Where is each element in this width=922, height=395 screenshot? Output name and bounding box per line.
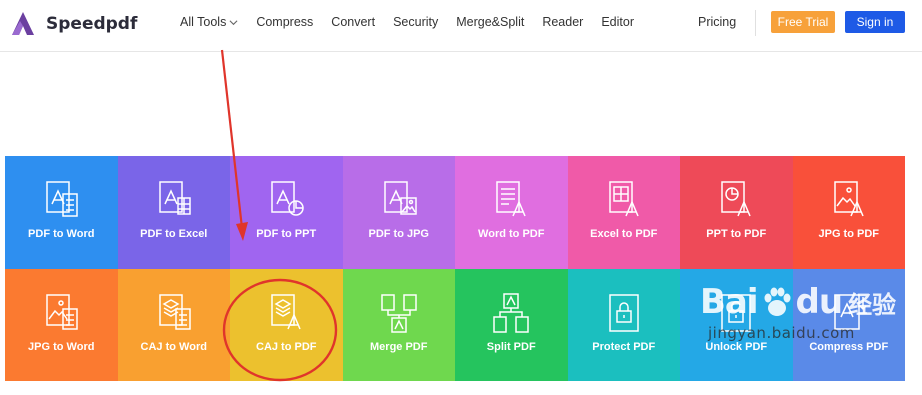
tool-label: Merge PDF <box>370 340 428 353</box>
main-nav: All Tools Compress Convert Security Merg… <box>180 0 652 44</box>
tool-merge-pdf[interactable]: Merge PDF <box>342 268 455 381</box>
tool-pdf-to-jpg[interactable]: PDF to JPG <box>342 156 455 269</box>
tool-label: PDF to Excel <box>140 228 208 240</box>
sign-in-button[interactable]: Sign in <box>845 11 905 33</box>
nav-all-tools[interactable]: All Tools <box>180 15 238 29</box>
pdf-to-excel-icon <box>159 181 191 215</box>
excel-to-pdf-icon <box>609 181 639 217</box>
jpg-to-pdf-icon <box>834 181 864 217</box>
brand-name: Speedpdf <box>46 14 138 34</box>
tool-pdf-to-ppt[interactable]: PDF to PPT <box>230 156 343 269</box>
free-trial-button[interactable]: Free Trial <box>771 11 835 33</box>
tool-label: PDF to Word <box>28 228 95 240</box>
tool-label: CAJ to PDF <box>256 340 317 353</box>
nav-merge-split[interactable]: Merge&Split <box>456 15 524 29</box>
pdf-to-jpg-icon <box>384 181 417 215</box>
compress-pdf-icon <box>834 293 867 330</box>
tool-jpg-to-pdf[interactable]: JPG to PDF <box>792 156 905 269</box>
tool-label: Unlock PDF <box>705 340 768 353</box>
word-to-pdf-icon <box>496 181 526 217</box>
tool-pdf-to-excel[interactable]: PDF to Excel <box>117 156 230 269</box>
protect-pdf-icon <box>609 293 639 332</box>
ppt-to-pdf-icon <box>721 181 751 217</box>
caj-to-pdf-icon <box>271 293 301 329</box>
jpg-to-word-icon <box>46 293 78 330</box>
tool-label: JPG to Word <box>28 340 95 353</box>
header-divider <box>755 10 756 36</box>
tool-label: CAJ to Word <box>140 340 207 353</box>
tool-caj-to-word[interactable]: CAJ to Word <box>117 268 230 381</box>
nav-all-tools-label: All Tools <box>180 15 227 29</box>
tool-ppt-to-pdf[interactable]: PPT to PDF <box>680 156 793 269</box>
unlock-pdf-icon <box>721 293 751 332</box>
tool-compress-pdf[interactable]: Compress PDF <box>792 268 905 381</box>
tool-label: JPG to PDF <box>818 228 879 240</box>
tool-label: PDF to PPT <box>256 228 317 240</box>
split-pdf-icon <box>493 292 529 333</box>
tool-word-to-pdf[interactable]: Word to PDF <box>455 156 568 269</box>
speedpdf-logo-icon <box>12 12 34 35</box>
tool-label: Compress PDF <box>809 340 889 353</box>
chevron-down-icon <box>229 19 238 25</box>
tool-unlock-pdf[interactable]: Unlock PDF <box>680 268 793 381</box>
tool-label: Excel to PDF <box>590 228 658 240</box>
nav-security[interactable]: Security <box>393 15 438 29</box>
pdf-to-word-icon <box>46 181 78 217</box>
tool-label: Protect PDF <box>592 340 656 353</box>
nav-reader[interactable]: Reader <box>542 15 583 29</box>
nav-editor[interactable]: Editor <box>601 15 634 29</box>
tool-label: Word to PDF <box>478 228 545 240</box>
tool-label: PDF to JPG <box>368 228 429 240</box>
tool-label: Split PDF <box>486 340 536 353</box>
tool-jpg-to-word[interactable]: JPG to Word <box>5 268 118 381</box>
top-header: Speedpdf All Tools Compress Convert Secu… <box>0 0 922 52</box>
pdf-to-ppt-icon <box>271 181 304 216</box>
tool-protect-pdf[interactable]: Protect PDF <box>567 268 680 381</box>
nav-compress[interactable]: Compress <box>256 15 313 29</box>
caj-to-word-icon <box>159 293 191 330</box>
tool-split-pdf[interactable]: Split PDF <box>455 268 568 381</box>
tool-label: PPT to PDF <box>706 228 767 240</box>
tool-caj-to-pdf[interactable]: CAJ to PDF <box>230 268 343 381</box>
brand-logo[interactable]: Speedpdf <box>8 9 137 39</box>
tools-grid: PDF to Word PDF to Excel PDF to PPT PDF … <box>5 156 905 381</box>
merge-pdf-icon <box>381 293 417 333</box>
nav-pricing[interactable]: Pricing <box>698 15 736 29</box>
tool-pdf-to-word[interactable]: PDF to Word <box>5 156 118 269</box>
tool-excel-to-pdf[interactable]: Excel to PDF <box>567 156 680 269</box>
nav-convert[interactable]: Convert <box>331 15 375 29</box>
